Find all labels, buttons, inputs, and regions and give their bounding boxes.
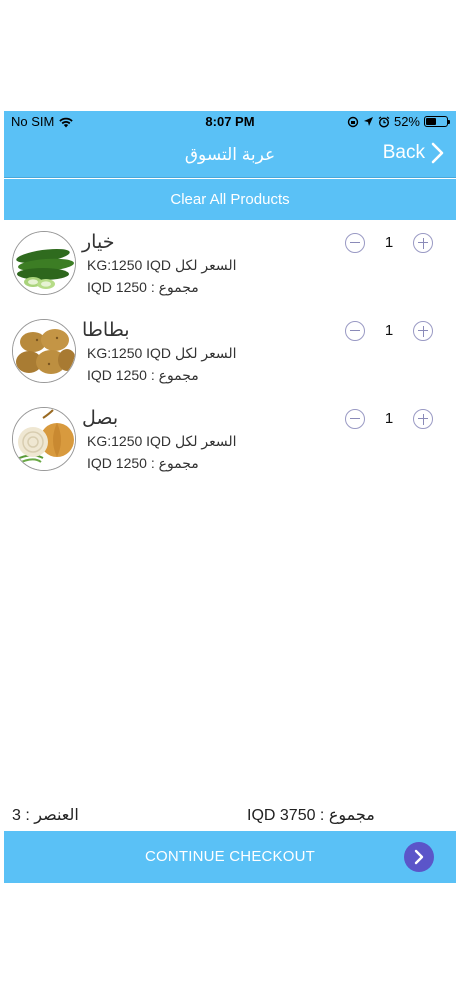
quantity-stepper: 1: [345, 321, 433, 341]
cart-screen: No SIM 8:07 PM 52% عربة التسوق Back Clea…: [4, 111, 456, 883]
plus-icon[interactable]: [413, 321, 433, 341]
item-count: العنصر : 3: [12, 807, 79, 824]
status-bar: No SIM 8:07 PM 52%: [4, 111, 456, 133]
plus-icon[interactable]: [413, 409, 433, 429]
grand-total: IQD 3750 : مجموع: [247, 807, 375, 824]
back-button[interactable]: Back: [383, 142, 444, 164]
cart-item-list: خيار KG:1250 IQD السعر لكل IQD 1250 : مج…: [4, 221, 456, 485]
minus-icon[interactable]: [345, 409, 365, 429]
battery-icon: [424, 116, 450, 127]
minus-icon[interactable]: [345, 233, 365, 253]
battery-level: [426, 118, 437, 125]
item-total: IQD 1250 : مجموع: [87, 367, 199, 383]
cart-item: بصل KG:1250 IQD السعر لكل IQD 1250 : مجم…: [4, 397, 456, 485]
battery-percent: 52%: [393, 114, 420, 129]
status-indicators: 52%: [347, 114, 450, 129]
quantity-value: 1: [384, 322, 394, 339]
cucumber-image: [12, 231, 76, 295]
arrow-right-circle-icon: [404, 842, 434, 872]
chevron-right-icon: [431, 142, 444, 164]
minus-icon[interactable]: [345, 321, 365, 341]
navigation-bar: عربة التسوق Back: [4, 133, 456, 178]
plus-icon[interactable]: [413, 233, 433, 253]
continue-checkout-button[interactable]: CONTINUE CHECKOUT: [4, 831, 456, 883]
item-unit-price: KG:1250 IQD السعر لكل: [87, 433, 237, 449]
cart-item: بطاطا KG:1250 IQD السعر لكل IQD 1250 : م…: [4, 309, 456, 397]
quantity-stepper: 1: [345, 409, 433, 429]
onion-image: [12, 407, 76, 471]
item-unit-price: KG:1250 IQD السعر لكل: [87, 345, 237, 361]
clear-all-products-button[interactable]: Clear All Products: [4, 179, 456, 220]
quantity-stepper: 1: [345, 233, 433, 253]
rotation-lock-icon: [347, 116, 359, 127]
item-total: IQD 1250 : مجموع: [87, 279, 199, 295]
quantity-value: 1: [384, 234, 394, 251]
checkout-label: CONTINUE CHECKOUT: [144, 848, 316, 865]
item-unit-price: KG:1250 IQD السعر لكل: [87, 257, 237, 273]
item-name: خيار: [82, 232, 115, 253]
quantity-value: 1: [384, 410, 394, 427]
cart-summary: العنصر : 3 IQD 3750 : مجموع: [4, 805, 456, 829]
potato-image: [12, 319, 76, 383]
item-name: بصل: [82, 408, 119, 429]
item-total: IQD 1250 : مجموع: [87, 455, 199, 471]
back-label: Back: [382, 142, 425, 163]
alarm-icon: [378, 116, 390, 128]
item-name: بطاطا: [82, 320, 130, 341]
cart-item: خيار KG:1250 IQD السعر لكل IQD 1250 : مج…: [4, 221, 456, 309]
location-icon: [363, 117, 373, 126]
